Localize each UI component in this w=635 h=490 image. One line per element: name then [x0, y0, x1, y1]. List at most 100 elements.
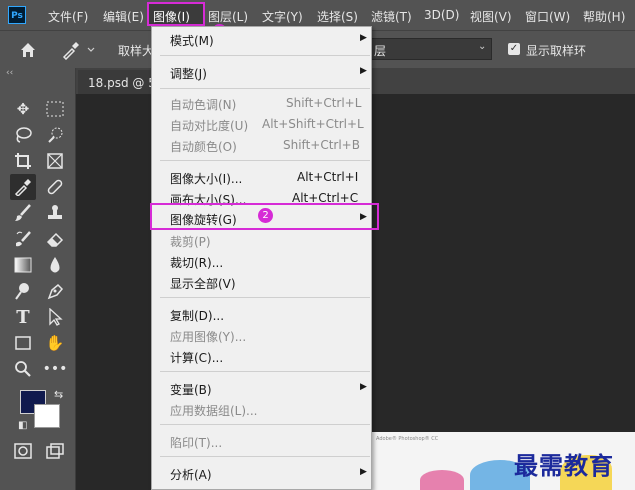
dodge-tool[interactable] [10, 278, 36, 304]
healing-brush-tool[interactable] [42, 174, 68, 200]
sample-size-label: 取样大 [118, 44, 155, 58]
menu-separator [160, 88, 370, 89]
marquee-tool[interactable] [42, 96, 68, 122]
eyedropper-icon [62, 42, 95, 61]
dodge-icon [15, 283, 29, 300]
menu-layer[interactable]: 图层(L) [208, 8, 248, 25]
stamp-icon [48, 205, 62, 219]
menu-file[interactable]: 文件(F) [48, 8, 88, 25]
gradient-tool[interactable] [10, 252, 36, 278]
lasso-tool[interactable] [10, 122, 36, 148]
menu-item-duplicate[interactable]: 复制(D)... [170, 307, 224, 324]
submenu-arrow-icon: ▶ [360, 66, 367, 76]
chevron-down-icon: ⌄ [478, 41, 487, 52]
gradient-icon [14, 257, 32, 273]
hand-tool[interactable]: ✋ [42, 330, 68, 356]
marquee-icon [46, 101, 64, 117]
frame-icon [47, 153, 63, 169]
quick-select-icon [48, 127, 63, 143]
menu-item-calculations[interactable]: 计算(C)... [170, 349, 223, 366]
quick-mask-button[interactable] [10, 438, 36, 464]
menu-item-analysis[interactable]: 分析(A) [170, 466, 212, 483]
edit-toolbar-button[interactable]: ••• [42, 356, 68, 382]
eraser-tool[interactable] [42, 226, 68, 252]
default-colors-icon[interactable]: ◧ [18, 420, 27, 431]
menu-view[interactable]: 视图(V) [470, 8, 512, 25]
collapse-panel-icon[interactable]: ‹‹ [6, 68, 13, 78]
quick-select-tool[interactable] [42, 122, 68, 148]
blur-tool[interactable] [42, 252, 68, 278]
menu-type[interactable]: 文字(Y) [262, 8, 303, 25]
crop-tool[interactable] [10, 148, 36, 174]
menu-separator [160, 424, 370, 425]
menu-help[interactable]: 帮助(H) [583, 8, 625, 25]
pen-icon [47, 283, 64, 300]
shortcut-image-size: Alt+Ctrl+I [297, 170, 359, 184]
lasso-icon [16, 127, 32, 143]
menu-filter[interactable]: 滤镜(T) [371, 8, 412, 25]
brush-icon [15, 204, 31, 221]
paint-splash [420, 470, 464, 490]
menu-separator [160, 371, 370, 372]
menu-item-image-size[interactable]: 图像大小(I)... [170, 170, 242, 187]
pen-tool[interactable] [42, 278, 68, 304]
menu-item-image-rotation[interactable]: 图像旋转(G) [170, 211, 237, 228]
watermark: 最需教育 [514, 451, 614, 480]
screen-mode-button[interactable] [42, 438, 68, 464]
menu-item-trap[interactable]: 陷印(T)... [170, 434, 222, 451]
rectangle-icon [15, 336, 31, 350]
menu-item-apply-image[interactable]: 应用图像(Y)... [170, 328, 246, 345]
more-icon: ••• [42, 361, 68, 377]
menu-item-mode[interactable]: 模式(M) [170, 32, 214, 49]
menu-item-crop[interactable]: 裁剪(P) [170, 233, 211, 250]
move-icon: ✥ [16, 100, 30, 118]
show-sampling-ring-label: 显示取样环 [526, 44, 587, 58]
quick-mask-icon [14, 443, 32, 459]
show-sampling-ring-checkbox[interactable]: ✓ [508, 43, 520, 55]
eraser-icon [46, 232, 64, 247]
menu-separator [160, 297, 370, 298]
brush-tool[interactable] [10, 200, 36, 226]
shortcut-auto-color: Shift+Ctrl+B [283, 138, 360, 152]
menu-item-auto-tone[interactable]: 自动色调(N) [170, 96, 236, 113]
menu-item-trim[interactable]: 裁切(R)... [170, 254, 223, 271]
bandage-icon [47, 179, 63, 195]
eyedropper-tool[interactable] [10, 174, 36, 200]
menu-item-apply-data-set[interactable]: 应用数据组(L)... [170, 402, 258, 419]
swap-colors-icon[interactable]: ⇆ [54, 388, 63, 401]
screen-mode-icon [46, 443, 64, 459]
frame-tool[interactable] [42, 148, 68, 174]
sample-layer-select[interactable] [370, 38, 492, 60]
home-button[interactable] [18, 40, 38, 60]
zoom-tool[interactable] [10, 356, 36, 382]
menu-edit[interactable]: 编辑(E) [103, 8, 144, 25]
menu-separator [160, 55, 370, 56]
tool-preset-picker[interactable] [60, 40, 98, 61]
type-icon: T [16, 306, 30, 328]
menu-item-auto-color[interactable]: 自动颜色(O) [170, 138, 237, 155]
move-tool[interactable]: ✥ [10, 96, 36, 122]
path-selection-tool[interactable] [42, 304, 68, 330]
menu-item-reveal-all[interactable]: 显示全部(V) [170, 275, 236, 292]
menu-image[interactable]: 图像(I) [153, 8, 190, 25]
submenu-arrow-icon: ▶ [360, 382, 367, 392]
shortcut-auto-contrast: Alt+Shift+Ctrl+L [262, 117, 364, 131]
menu-item-variables[interactable]: 变量(B) [170, 381, 212, 398]
menu-select[interactable]: 选择(S) [317, 8, 358, 25]
menu-separator [160, 456, 370, 457]
menu-item-auto-contrast[interactable]: 自动对比度(U) [170, 117, 248, 134]
menu-window[interactable]: 窗口(W) [525, 8, 570, 25]
history-brush-tool[interactable] [10, 226, 36, 252]
hand-icon: ✋ [45, 334, 65, 352]
crop-icon [15, 153, 31, 169]
rectangle-tool[interactable] [10, 330, 36, 356]
zoom-icon [15, 361, 31, 377]
submenu-arrow-icon: ▶ [360, 33, 367, 43]
menu-item-adjustments[interactable]: 调整(J) [170, 65, 207, 82]
drop-icon [50, 257, 60, 273]
menu-3d[interactable]: 3D(D) [424, 8, 459, 22]
clone-stamp-tool[interactable] [42, 200, 68, 226]
background-color-swatch[interactable] [34, 404, 60, 428]
submenu-arrow-icon: ▶ [360, 212, 367, 222]
type-tool[interactable]: T [10, 304, 36, 330]
